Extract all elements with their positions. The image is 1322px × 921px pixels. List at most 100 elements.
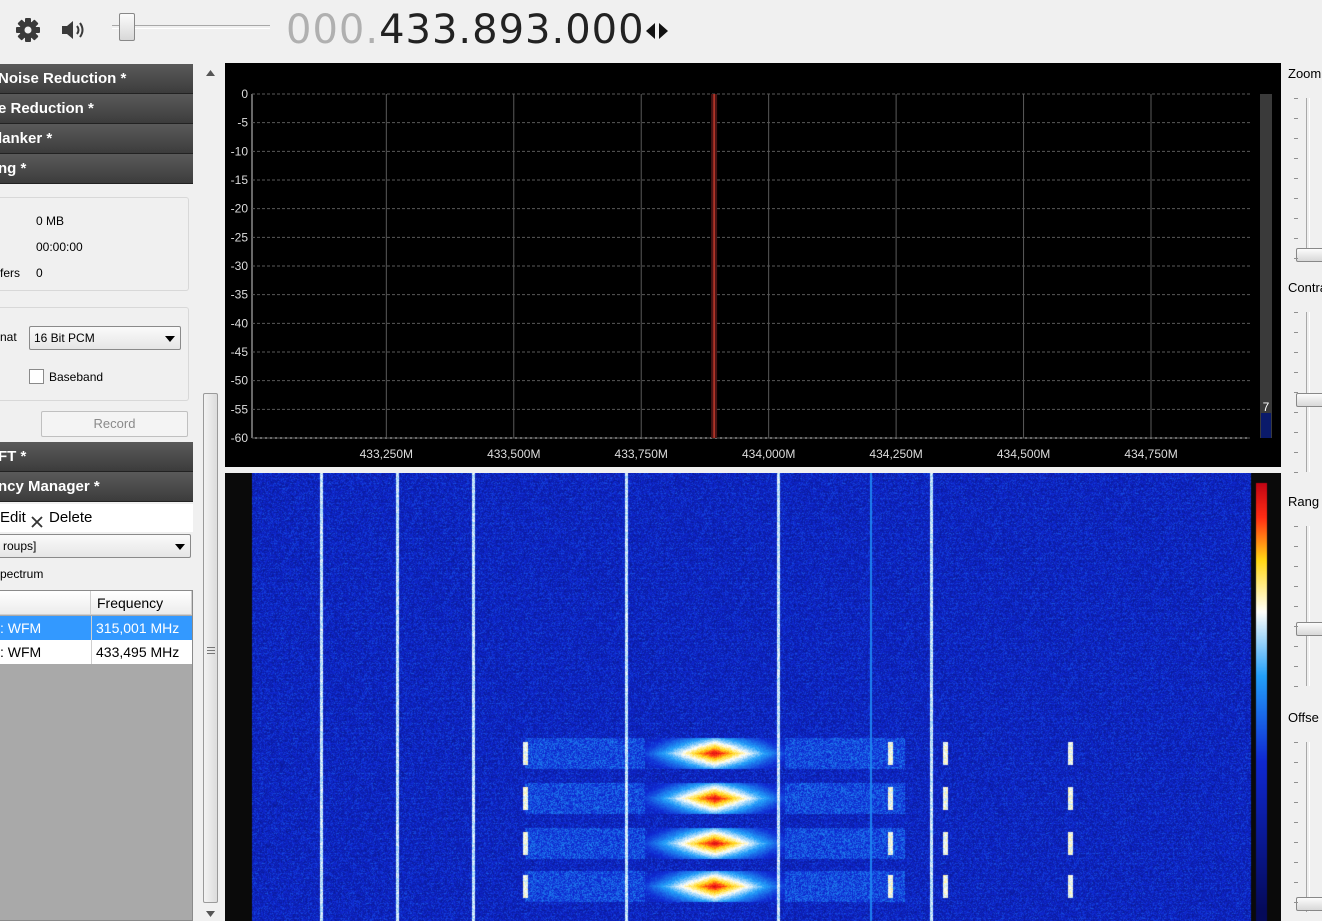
record-button[interactable]: Record [41,411,188,437]
noise-blanker-header[interactable]: lanker * [0,124,193,154]
slider-tick [1294,646,1298,647]
slider-tick [1294,332,1298,333]
slider-tick [1294,392,1298,393]
left-control-panel: Noise Reduction * e Reduction * lanker *… [0,62,200,921]
slider-tick [1294,238,1298,239]
bookmark-frequency: 433,495 MHz [91,640,192,664]
offset-slider-track[interactable] [1306,742,1310,912]
offset-label: Offse [1288,710,1319,725]
speaker-icon[interactable] [60,16,88,44]
x-tick-label: 433,250M [360,447,413,461]
level-meter [1260,94,1272,438]
slider-tick [1294,686,1298,687]
group-select[interactable]: roups] [0,534,191,558]
x-tick-label: 433,500M [487,447,540,461]
delete-button[interactable]: Delete [49,504,92,532]
right-control-panel: Zoom Contra Rang Offse [1282,62,1322,921]
recording-stats-group: 0 MB 00:00:00 fers 0 [0,197,189,291]
sdr-app-window: 000.433.893.000 Noise Reduction * e Redu… [0,0,1322,921]
frequency-manager-header[interactable]: ncy Manager * [0,472,193,502]
scroll-down-icon[interactable] [206,911,215,917]
slider-tick [1294,666,1298,667]
recording-buffers-label: fers [0,266,21,280]
scrollbar-thumb[interactable] [203,393,218,903]
slider-tick [1294,526,1298,527]
contrast-label: Contra [1288,280,1322,295]
y-tick-label: -15 [231,173,249,187]
slider-tick [1294,412,1298,413]
y-tick-label: -60 [231,431,249,445]
frequency-display[interactable]: 000.433.893.000 [286,4,645,56]
slider-tick [1294,802,1298,803]
x-tick-label: 434,000M [742,447,795,461]
scroll-up-icon[interactable] [206,70,215,76]
format-label: nat [0,330,17,344]
frequency-prefix: 000. [286,7,380,53]
left-panel-scrollbar[interactable] [201,62,220,921]
slider-tick [1294,842,1298,843]
slider-tick [1294,742,1298,743]
noise-reduction-header[interactable]: Noise Reduction * [0,64,193,94]
column-header-name[interactable] [0,591,91,615]
slider-tick [1294,822,1298,823]
close-icon[interactable] [30,511,44,528]
y-tick-label: -40 [231,316,249,330]
x-tick-label: 434,750M [1124,447,1177,461]
spectrum-analyzer[interactable]: 0 -5 -10 -15 -20 -25 -30 -35 -40 -45 -50 -55 -60 433,… [225,63,1281,467]
y-tick-label: -25 [231,230,249,244]
y-tick-label: -20 [231,202,249,216]
baseband-checkbox[interactable] [29,369,44,384]
contrast-slider-track[interactable] [1306,312,1310,472]
audio-noise-reduction-header[interactable]: e Reduction * [0,94,193,124]
frequency-manager-toolbar: Edit Delete [0,504,193,532]
volume-slider-handle[interactable] [119,13,136,41]
bookmark-frequency: 315,001 MHz [91,616,192,640]
contrast-slider-handle[interactable] [1296,393,1322,407]
zoom-slider-track[interactable] [1306,98,1310,258]
column-header-frequency[interactable]: Frequency [91,591,192,615]
show-on-spectrum-label: pectrum [0,567,44,581]
y-tick-label: -50 [231,374,249,388]
zoom-slider-handle[interactable] [1296,248,1322,262]
waterfall-canvas [225,473,1281,921]
range-slider-track[interactable] [1306,526,1310,686]
chevron-down-icon [175,544,185,550]
y-tick-label: 0 [241,87,248,101]
volume-slider-track[interactable] [112,25,270,29]
x-tick-label: 433,750M [615,447,668,461]
format-select[interactable]: 16 Bit PCM [29,326,181,350]
y-tick-label: -35 [231,288,249,302]
waterfall-display[interactable] [225,473,1281,921]
recording-duration-value: 00:00:00 [36,240,83,254]
level-meter-fill [1261,413,1271,438]
table-row[interactable]: : WFM 315,001 MHz [0,616,192,640]
frequency-step-arrows-icon[interactable] [642,18,672,44]
edit-button[interactable]: Edit [0,504,26,532]
bookmark-table: Frequency : WFM 315,001 MHz : WFM 433,49… [0,590,193,921]
slider-tick [1294,98,1298,99]
slider-tick [1294,566,1298,567]
y-tick-label: -30 [231,259,249,273]
bookmark-name: : WFM [0,620,42,636]
frequency-main: 433.893.000 [379,7,645,53]
slider-tick [1294,586,1298,587]
slider-tick [1294,452,1298,453]
range-slider-handle[interactable] [1296,622,1322,636]
x-tick-label: 434,500M [997,447,1050,461]
slider-tick [1294,158,1298,159]
gear-icon[interactable] [14,16,42,44]
fft-header[interactable]: FT * [0,442,193,472]
spectrum-chart: 0 -5 -10 -15 -20 -25 -30 -35 -40 -45 -50 -55 -60 433,… [231,87,1272,461]
recording-header[interactable]: ng * [0,154,193,184]
offset-slider-handle[interactable] [1296,897,1322,911]
level-readout: 7 [1263,400,1270,414]
x-tick-label: 434,250M [869,447,922,461]
y-tick-label: -55 [231,402,249,416]
slider-tick [1294,862,1298,863]
table-row[interactable]: : WFM 433,495 MHz [0,640,192,664]
toolbar: 000.433.893.000 [0,0,1322,62]
slider-tick [1294,882,1298,883]
slider-tick [1294,902,1298,903]
baseband-label: Baseband [49,370,104,384]
slider-tick [1294,352,1298,353]
